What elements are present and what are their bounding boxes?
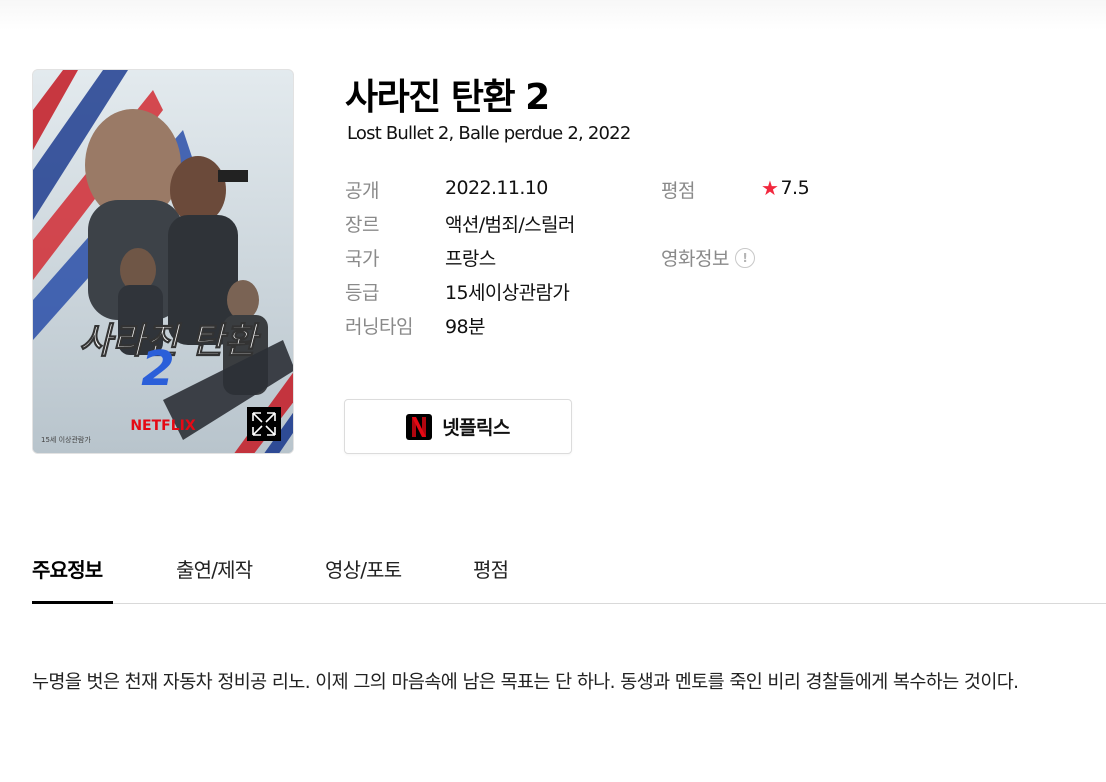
- tab-video-photo[interactable]: 영상/포토: [325, 554, 402, 583]
- movie-subtitle: Lost Bullet 2, Balle perdue 2, 2022: [347, 123, 631, 144]
- poster-rating-text: 15세 이상관람가: [41, 435, 91, 444]
- movie-title: 사라진 탄환 2: [345, 77, 550, 118]
- active-tab-indicator: [32, 601, 113, 604]
- poster-artwork: 사라진 탄환 2 NETFLIX 15세 이상관람가: [33, 70, 293, 453]
- runtime-label: 러닝타임: [345, 316, 413, 338]
- star-icon: ★: [761, 176, 779, 200]
- netflix-logo-icon: [406, 413, 433, 440]
- movie-poster[interactable]: 사라진 탄환 2 NETFLIX 15세 이상관람가: [32, 69, 294, 454]
- genre-label: 장르: [345, 214, 379, 236]
- grade-label: 등급: [345, 282, 379, 304]
- country-label: 국가: [345, 248, 379, 270]
- top-band: [0, 0, 1106, 30]
- rating-score: ★ 7.5: [761, 176, 810, 200]
- country-value: 프랑스: [445, 248, 496, 270]
- expand-poster-button[interactable]: [247, 407, 281, 441]
- tab-ratings[interactable]: 평점: [473, 554, 509, 583]
- movie-info-label: 영화정보: [661, 248, 729, 270]
- tab-cast-crew[interactable]: 출연/제작: [176, 554, 253, 583]
- release-value: 2022.11.10: [445, 177, 548, 199]
- runtime-value: 98분: [445, 316, 485, 338]
- netflix-watch-button[interactable]: 넷플릭스: [344, 399, 572, 454]
- movie-info-link[interactable]: 영화정보!: [661, 244, 755, 271]
- info-icon[interactable]: !: [734, 247, 755, 268]
- rating-label: 평점: [661, 180, 695, 202]
- grade-value: 15세이상관람가: [445, 282, 570, 304]
- tab-main-info[interactable]: 주요정보: [32, 554, 103, 583]
- poster-netflix-logo: NETFLIX: [130, 418, 196, 434]
- netflix-n-icon: [412, 416, 427, 437]
- genre-value: 액션/범죄/스릴러: [445, 214, 575, 236]
- detail-tabs: 주요정보 출연/제작 영상/포토 평점: [32, 548, 1106, 604]
- release-label: 공개: [345, 180, 379, 202]
- expand-icon: [252, 412, 276, 436]
- synopsis-text: 누명을 벗은 천재 자동차 정비공 리노. 이제 그의 마음속에 남은 목표는 …: [32, 672, 1019, 693]
- netflix-button-label: 넷플릭스: [442, 417, 510, 439]
- rating-value: 7.5: [780, 177, 810, 199]
- poster-number-text: 2: [141, 341, 174, 397]
